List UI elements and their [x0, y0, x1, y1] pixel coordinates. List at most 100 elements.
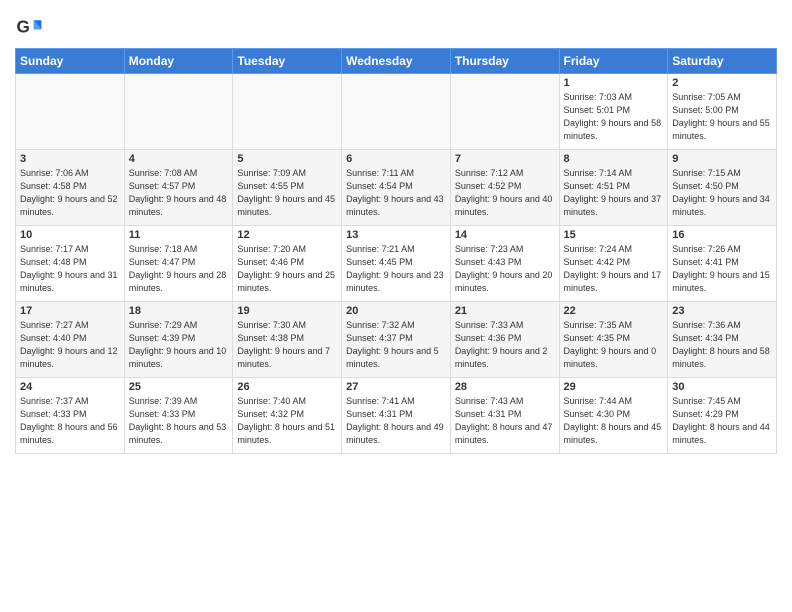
- calendar-cell: 18 Sunrise: 7:29 AM Sunset: 4:39 PM Dayli…: [124, 302, 233, 378]
- day-info: Sunrise: 7:20 AM Sunset: 4:46 PM Dayligh…: [237, 243, 337, 295]
- calendar-table: SundayMondayTuesdayWednesdayThursdayFrid…: [15, 48, 777, 454]
- calendar-cell: 7 Sunrise: 7:12 AM Sunset: 4:52 PM Daylig…: [450, 150, 559, 226]
- calendar-cell: 30 Sunrise: 7:45 AM Sunset: 4:29 PM Dayli…: [668, 378, 777, 454]
- col-header-saturday: Saturday: [668, 49, 777, 74]
- day-info: Sunrise: 7:26 AM Sunset: 4:41 PM Dayligh…: [672, 243, 772, 295]
- day-number: 22: [564, 305, 664, 317]
- day-number: 23: [672, 305, 772, 317]
- day-info: Sunrise: 7:39 AM Sunset: 4:33 PM Dayligh…: [129, 395, 229, 447]
- calendar-cell: 17 Sunrise: 7:27 AM Sunset: 4:40 PM Dayli…: [16, 302, 125, 378]
- calendar-cell: 29 Sunrise: 7:44 AM Sunset: 4:30 PM Dayli…: [559, 378, 668, 454]
- calendar-cell: 6 Sunrise: 7:11 AM Sunset: 4:54 PM Daylig…: [342, 150, 451, 226]
- day-number: 9: [672, 153, 772, 165]
- logo: G: [15, 14, 47, 42]
- day-info: Sunrise: 7:37 AM Sunset: 4:33 PM Dayligh…: [20, 395, 120, 447]
- day-number: 14: [455, 229, 555, 241]
- svg-text:G: G: [17, 18, 30, 37]
- day-info: Sunrise: 7:41 AM Sunset: 4:31 PM Dayligh…: [346, 395, 446, 447]
- col-header-wednesday: Wednesday: [342, 49, 451, 74]
- day-info: Sunrise: 7:45 AM Sunset: 4:29 PM Dayligh…: [672, 395, 772, 447]
- day-info: Sunrise: 7:30 AM Sunset: 4:38 PM Dayligh…: [237, 319, 337, 371]
- day-number: 24: [20, 381, 120, 393]
- day-info: Sunrise: 7:36 AM Sunset: 4:34 PM Dayligh…: [672, 319, 772, 371]
- calendar-cell: [450, 74, 559, 150]
- calendar-cell: 27 Sunrise: 7:41 AM Sunset: 4:31 PM Dayli…: [342, 378, 451, 454]
- col-header-monday: Monday: [124, 49, 233, 74]
- day-number: 18: [129, 305, 229, 317]
- col-header-friday: Friday: [559, 49, 668, 74]
- day-info: Sunrise: 7:14 AM Sunset: 4:51 PM Dayligh…: [564, 167, 664, 219]
- day-number: 6: [346, 153, 446, 165]
- calendar-cell: 24 Sunrise: 7:37 AM Sunset: 4:33 PM Dayli…: [16, 378, 125, 454]
- col-header-tuesday: Tuesday: [233, 49, 342, 74]
- day-number: 12: [237, 229, 337, 241]
- day-info: Sunrise: 7:43 AM Sunset: 4:31 PM Dayligh…: [455, 395, 555, 447]
- calendar-cell: 12 Sunrise: 7:20 AM Sunset: 4:46 PM Dayli…: [233, 226, 342, 302]
- day-number: 15: [564, 229, 664, 241]
- day-info: Sunrise: 7:12 AM Sunset: 4:52 PM Dayligh…: [455, 167, 555, 219]
- day-info: Sunrise: 7:24 AM Sunset: 4:42 PM Dayligh…: [564, 243, 664, 295]
- calendar-cell: 1 Sunrise: 7:03 AM Sunset: 5:01 PM Daylig…: [559, 74, 668, 150]
- day-info: Sunrise: 7:40 AM Sunset: 4:32 PM Dayligh…: [237, 395, 337, 447]
- day-number: 1: [564, 77, 664, 89]
- day-info: Sunrise: 7:15 AM Sunset: 4:50 PM Dayligh…: [672, 167, 772, 219]
- calendar-cell: 5 Sunrise: 7:09 AM Sunset: 4:55 PM Daylig…: [233, 150, 342, 226]
- day-info: Sunrise: 7:03 AM Sunset: 5:01 PM Dayligh…: [564, 91, 664, 143]
- day-number: 7: [455, 153, 555, 165]
- day-number: 20: [346, 305, 446, 317]
- day-number: 26: [237, 381, 337, 393]
- calendar-cell: 16 Sunrise: 7:26 AM Sunset: 4:41 PM Dayli…: [668, 226, 777, 302]
- calendar-cell: 2 Sunrise: 7:05 AM Sunset: 5:00 PM Daylig…: [668, 74, 777, 150]
- day-info: Sunrise: 7:08 AM Sunset: 4:57 PM Dayligh…: [129, 167, 229, 219]
- day-info: Sunrise: 7:05 AM Sunset: 5:00 PM Dayligh…: [672, 91, 772, 143]
- day-info: Sunrise: 7:27 AM Sunset: 4:40 PM Dayligh…: [20, 319, 120, 371]
- day-info: Sunrise: 7:32 AM Sunset: 4:37 PM Dayligh…: [346, 319, 446, 371]
- day-number: 25: [129, 381, 229, 393]
- day-number: 30: [672, 381, 772, 393]
- day-number: 16: [672, 229, 772, 241]
- calendar-cell: 22 Sunrise: 7:35 AM Sunset: 4:35 PM Dayli…: [559, 302, 668, 378]
- day-number: 8: [564, 153, 664, 165]
- day-number: 27: [346, 381, 446, 393]
- calendar-cell: 20 Sunrise: 7:32 AM Sunset: 4:37 PM Dayli…: [342, 302, 451, 378]
- calendar-cell: 26 Sunrise: 7:40 AM Sunset: 4:32 PM Dayli…: [233, 378, 342, 454]
- day-number: 19: [237, 305, 337, 317]
- calendar-cell: 11 Sunrise: 7:18 AM Sunset: 4:47 PM Dayli…: [124, 226, 233, 302]
- day-info: Sunrise: 7:11 AM Sunset: 4:54 PM Dayligh…: [346, 167, 446, 219]
- day-number: 13: [346, 229, 446, 241]
- calendar-cell: [124, 74, 233, 150]
- day-number: 29: [564, 381, 664, 393]
- day-info: Sunrise: 7:33 AM Sunset: 4:36 PM Dayligh…: [455, 319, 555, 371]
- calendar-cell: [342, 74, 451, 150]
- day-info: Sunrise: 7:17 AM Sunset: 4:48 PM Dayligh…: [20, 243, 120, 295]
- day-number: 28: [455, 381, 555, 393]
- calendar-cell: 4 Sunrise: 7:08 AM Sunset: 4:57 PM Daylig…: [124, 150, 233, 226]
- calendar-cell: 14 Sunrise: 7:23 AM Sunset: 4:43 PM Dayli…: [450, 226, 559, 302]
- calendar-cell: 21 Sunrise: 7:33 AM Sunset: 4:36 PM Dayli…: [450, 302, 559, 378]
- calendar-cell: 8 Sunrise: 7:14 AM Sunset: 4:51 PM Daylig…: [559, 150, 668, 226]
- day-number: 3: [20, 153, 120, 165]
- day-number: 4: [129, 153, 229, 165]
- day-info: Sunrise: 7:23 AM Sunset: 4:43 PM Dayligh…: [455, 243, 555, 295]
- day-info: Sunrise: 7:44 AM Sunset: 4:30 PM Dayligh…: [564, 395, 664, 447]
- calendar-cell: 15 Sunrise: 7:24 AM Sunset: 4:42 PM Dayli…: [559, 226, 668, 302]
- day-info: Sunrise: 7:35 AM Sunset: 4:35 PM Dayligh…: [564, 319, 664, 371]
- calendar-cell: [233, 74, 342, 150]
- day-number: 17: [20, 305, 120, 317]
- day-info: Sunrise: 7:29 AM Sunset: 4:39 PM Dayligh…: [129, 319, 229, 371]
- calendar-cell: 13 Sunrise: 7:21 AM Sunset: 4:45 PM Dayli…: [342, 226, 451, 302]
- day-number: 11: [129, 229, 229, 241]
- day-info: Sunrise: 7:18 AM Sunset: 4:47 PM Dayligh…: [129, 243, 229, 295]
- calendar-cell: 3 Sunrise: 7:06 AM Sunset: 4:58 PM Daylig…: [16, 150, 125, 226]
- col-header-sunday: Sunday: [16, 49, 125, 74]
- day-info: Sunrise: 7:09 AM Sunset: 4:55 PM Dayligh…: [237, 167, 337, 219]
- calendar-cell: 25 Sunrise: 7:39 AM Sunset: 4:33 PM Dayli…: [124, 378, 233, 454]
- day-number: 2: [672, 77, 772, 89]
- day-number: 5: [237, 153, 337, 165]
- day-info: Sunrise: 7:21 AM Sunset: 4:45 PM Dayligh…: [346, 243, 446, 295]
- col-header-thursday: Thursday: [450, 49, 559, 74]
- day-info: Sunrise: 7:06 AM Sunset: 4:58 PM Dayligh…: [20, 167, 120, 219]
- day-number: 10: [20, 229, 120, 241]
- day-number: 21: [455, 305, 555, 317]
- calendar-cell: [16, 74, 125, 150]
